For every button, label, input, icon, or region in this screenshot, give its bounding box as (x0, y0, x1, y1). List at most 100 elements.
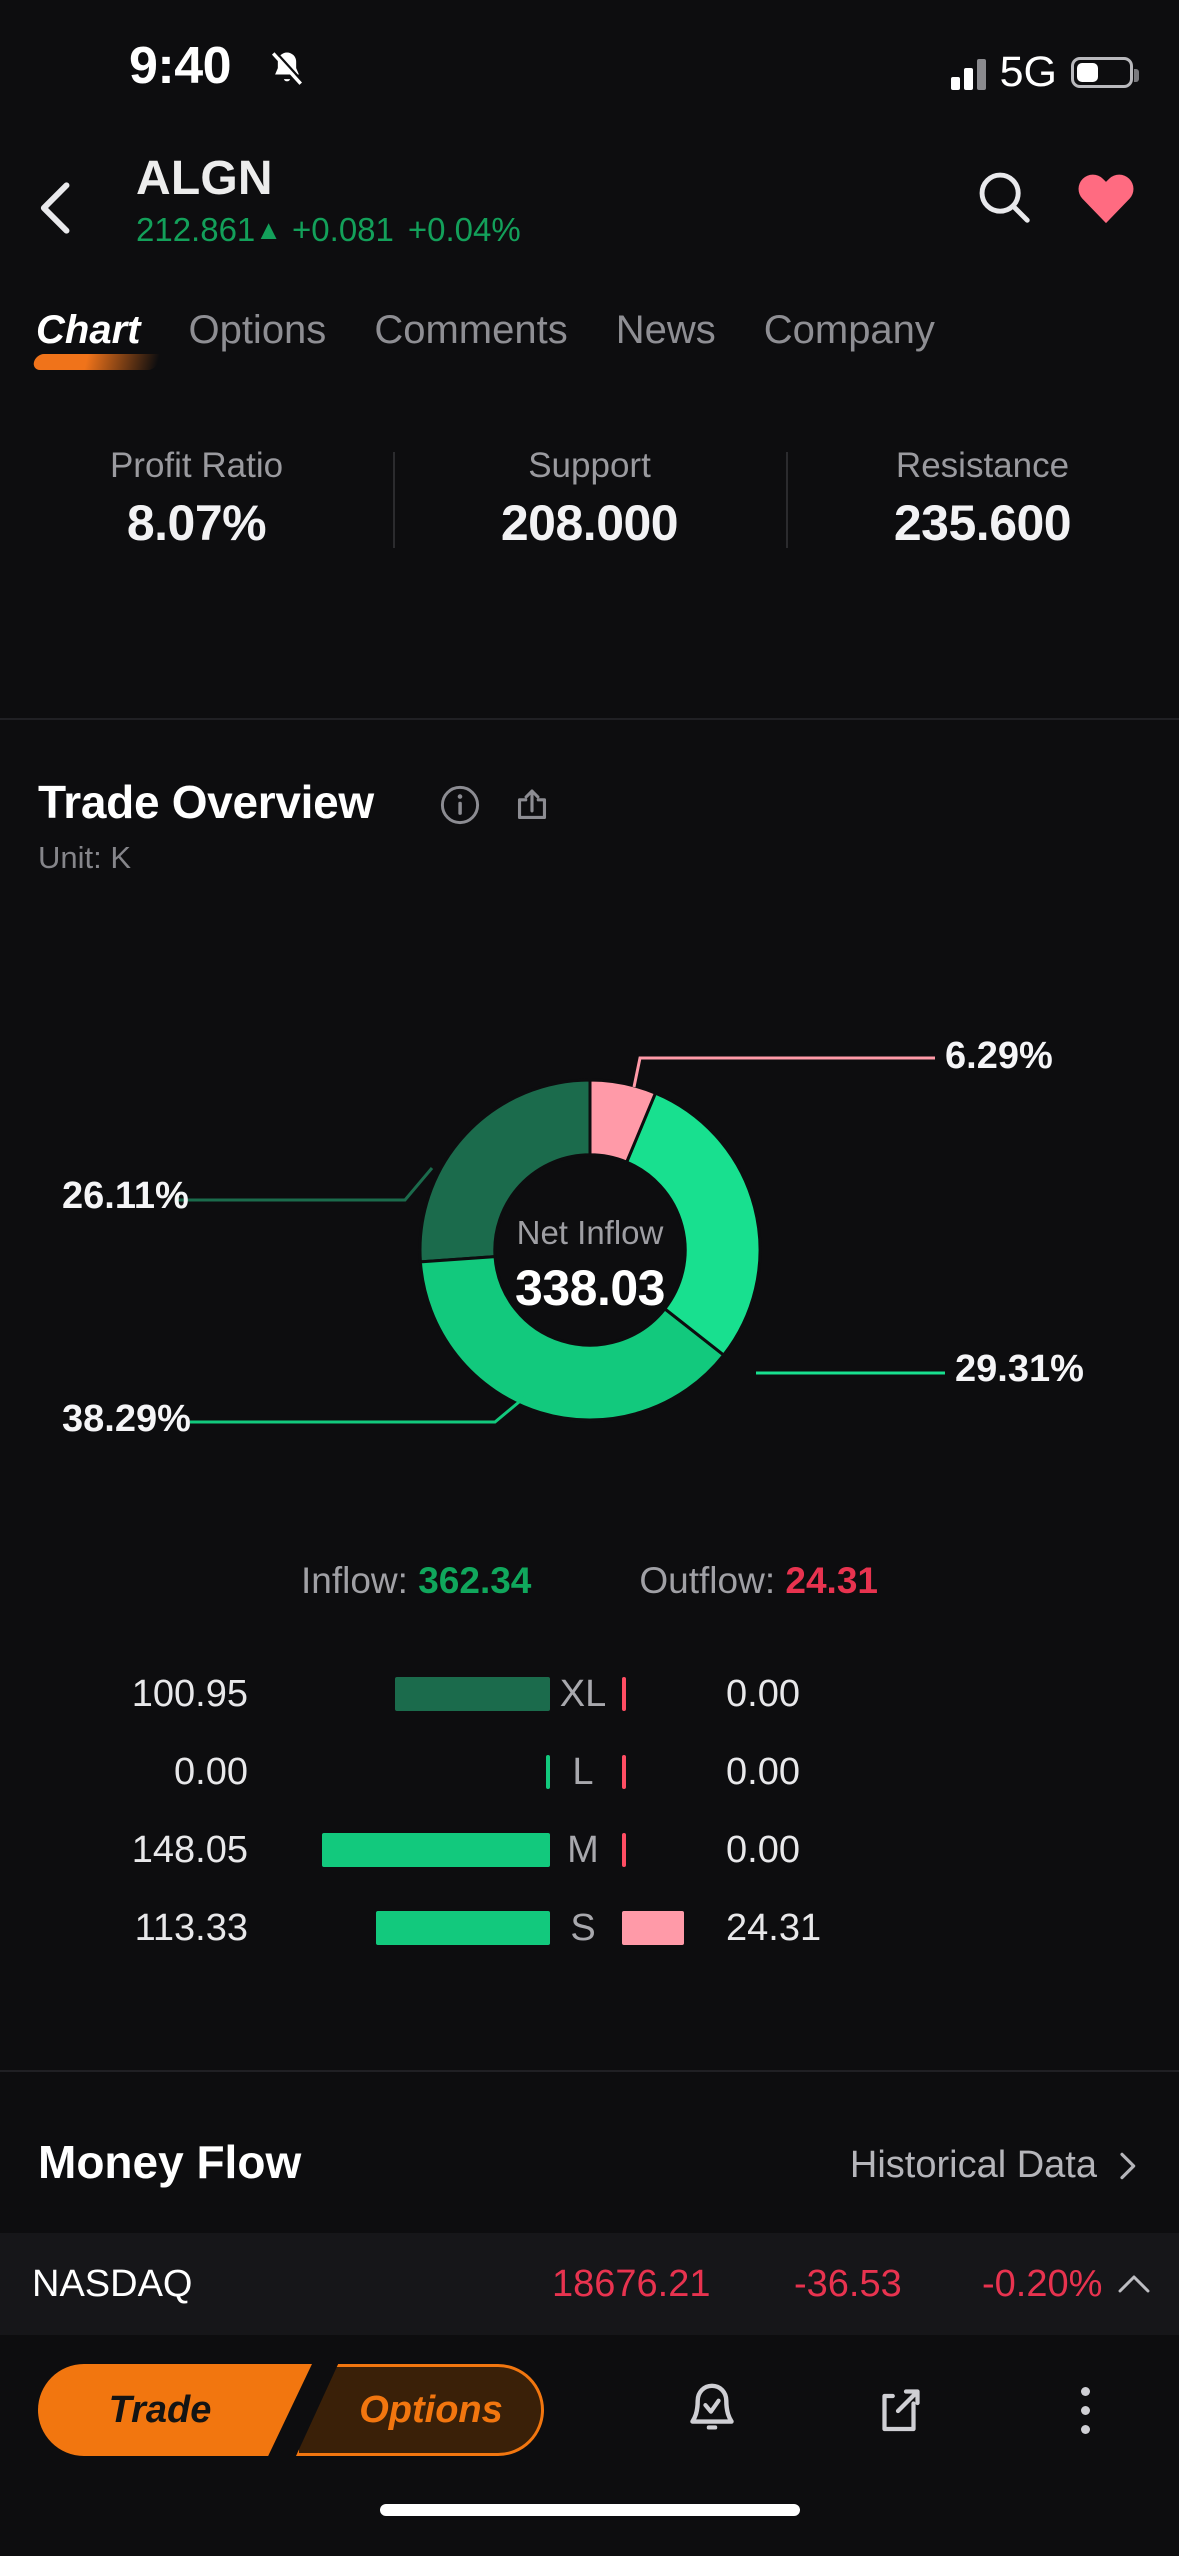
chevron-right-icon (1120, 2152, 1136, 2179)
row-outflow-bar (616, 1677, 726, 1711)
donut-label-inflow-xl: 26.11% (62, 1175, 189, 1217)
table-row: 0.00 L 0.00 (0, 1733, 1179, 1811)
row-inflow-value: 148.05 (131, 1828, 248, 1871)
inflow-total: Inflow: 362.34 (301, 1560, 531, 1602)
trade-overview-title: Trade Overview (38, 776, 374, 828)
row-size-tag: XL (559, 1672, 607, 1715)
search-icon[interactable] (973, 166, 1035, 228)
stat-support[interactable]: Support 208.000 (393, 440, 786, 580)
info-circle-icon[interactable] (438, 783, 482, 827)
table-row: 100.95 XL 0.00 (0, 1655, 1179, 1733)
index-change: -36.53 (794, 2262, 902, 2305)
row-size-tag: M (567, 1828, 599, 1871)
tab-news[interactable]: News (592, 308, 740, 353)
nav-header: ALGN 212.861 ▲ +0.081 +0.04% (0, 152, 1179, 270)
historical-data-link[interactable]: Historical Data (850, 2144, 1141, 2187)
donut-label-inflow-s: 29.31% (955, 1348, 1084, 1390)
trade-button[interactable]: Trade (38, 2364, 312, 2456)
inflow-label: Inflow: (301, 1560, 408, 1601)
share-export-icon (882, 2389, 920, 2432)
stat-label: Support (528, 446, 651, 485)
status-bar-right: 5G (950, 48, 1139, 97)
donut-label-inflow-m: 38.29% (62, 1398, 191, 1440)
inflow-value: 362.34 (418, 1560, 532, 1601)
price-up-arrow-icon: ▲ (255, 215, 283, 245)
bottom-action-bar: Trade Options (0, 2345, 1179, 2475)
historical-data-label: Historical Data (849, 2144, 1097, 2186)
tab-chart[interactable]: Chart (22, 308, 164, 370)
row-outflow-value: 0.00 (726, 1672, 800, 1715)
row-outflow-bar (616, 1833, 726, 1867)
status-bar-time: 9:40 (129, 37, 232, 95)
tab-chart-label: Chart (36, 308, 141, 352)
stat-profit-ratio[interactable]: Profit Ratio 8.07% (0, 440, 393, 580)
share-export-icon[interactable] (510, 783, 554, 827)
row-outflow-bar (616, 1755, 726, 1789)
row-outflow-value: 0.00 (726, 1828, 800, 1871)
kebab-menu-icon (1081, 2386, 1091, 2434)
back-button[interactable] (24, 174, 92, 242)
row-outflow-bar (616, 1911, 726, 1945)
app-screen: 9:40 5G ALGN 212.861 ▲ +0.081 +0.04% Cha… (0, 0, 1179, 2556)
order-size-bars: 100.95 XL 0.00 0.00 L 0.00 148.05 M 0.00… (0, 1655, 1179, 1967)
ticker-price: 212.861 (136, 211, 256, 248)
ticker-change-percent: +0.04% (407, 211, 521, 248)
tab-comments[interactable]: Comments (350, 308, 591, 353)
alert-button[interactable] (672, 2370, 752, 2450)
ticker-quote-line: 212.861 ▲ +0.081 +0.04% (136, 208, 521, 252)
index-name: NASDAQ (32, 2262, 193, 2305)
trade-overview-title-icons (438, 783, 554, 827)
outflow-total: Outflow: 24.31 (639, 1560, 878, 1602)
row-inflow-value: 0.00 (174, 1750, 248, 1793)
row-outflow-value: 24.31 (726, 1906, 822, 1949)
stat-label: Profit Ratio (109, 446, 284, 485)
row-inflow-value: 100.95 (131, 1672, 248, 1715)
heart-icon[interactable] (1073, 166, 1139, 228)
nav-actions (973, 166, 1139, 228)
stat-label: Resistance (895, 446, 1070, 485)
chevron-up-icon[interactable] (1113, 2269, 1155, 2299)
index-change-percent: -0.20% (982, 2262, 1103, 2305)
table-row: 113.33 S 24.31 (0, 1889, 1179, 1967)
donut-label-outflow: 6.29% (945, 1035, 1053, 1077)
outflow-value: 24.31 (785, 1560, 878, 1601)
donut-center-label: Net Inflow (516, 1214, 664, 1251)
action-bar-icons (619, 2345, 1179, 2475)
section-divider (0, 718, 1179, 720)
flow-totals-row: Inflow: 362.34 Outflow: 24.31 (0, 1560, 1179, 1602)
stat-value: 8.07% (126, 495, 267, 551)
tab-options[interactable]: Options (164, 308, 350, 353)
section-tabs: Chart Options Comments News Company (0, 308, 1179, 400)
options-button[interactable]: Options (296, 2364, 544, 2456)
row-inflow-bar (270, 1755, 550, 1789)
row-inflow-bar (270, 1911, 550, 1945)
ticker-change: +0.081 (292, 211, 394, 248)
row-size-tag: L (572, 1750, 594, 1793)
row-outflow-value: 0.00 (726, 1750, 800, 1793)
donut-center-caption: Net Inflow 338.03 (440, 1210, 740, 1320)
bell-alert-icon (690, 2383, 735, 2430)
more-menu-button[interactable] (1046, 2370, 1126, 2450)
row-inflow-value: 113.33 (134, 1906, 248, 1949)
index-ticker-bar[interactable]: NASDAQ 18676.21 -36.53 -0.20% (0, 2233, 1179, 2335)
trade-overview-donut: 6.29% 29.31% 38.29% 26.11% Net Inflow 33… (0, 930, 1179, 1550)
trade-options-toggle: Trade Options (38, 2364, 544, 2456)
symbol-block[interactable]: ALGN 212.861 ▲ +0.081 +0.04% (136, 148, 521, 252)
ticker-symbol: ALGN (136, 152, 273, 205)
callout-line-outflow (632, 1056, 935, 1088)
row-inflow-bar (270, 1677, 550, 1711)
stat-value: 235.600 (893, 495, 1072, 551)
outflow-label: Outflow: (639, 1560, 776, 1601)
share-button[interactable] (859, 2370, 939, 2450)
bell-slash-icon (271, 51, 304, 85)
active-tab-indicator (32, 354, 160, 370)
section-divider (0, 2070, 1179, 2072)
donut-center-value: 338.03 (515, 1260, 665, 1316)
stat-resistance[interactable]: Resistance 235.600 (786, 440, 1179, 580)
money-flow-title: Money Flow (38, 2136, 302, 2188)
home-indicator (379, 2504, 800, 2516)
table-row: 148.05 M 0.00 (0, 1811, 1179, 1889)
stat-value: 208.000 (500, 495, 679, 551)
status-bar: 9:40 5G (0, 0, 1179, 130)
tab-company[interactable]: Company (740, 308, 959, 353)
